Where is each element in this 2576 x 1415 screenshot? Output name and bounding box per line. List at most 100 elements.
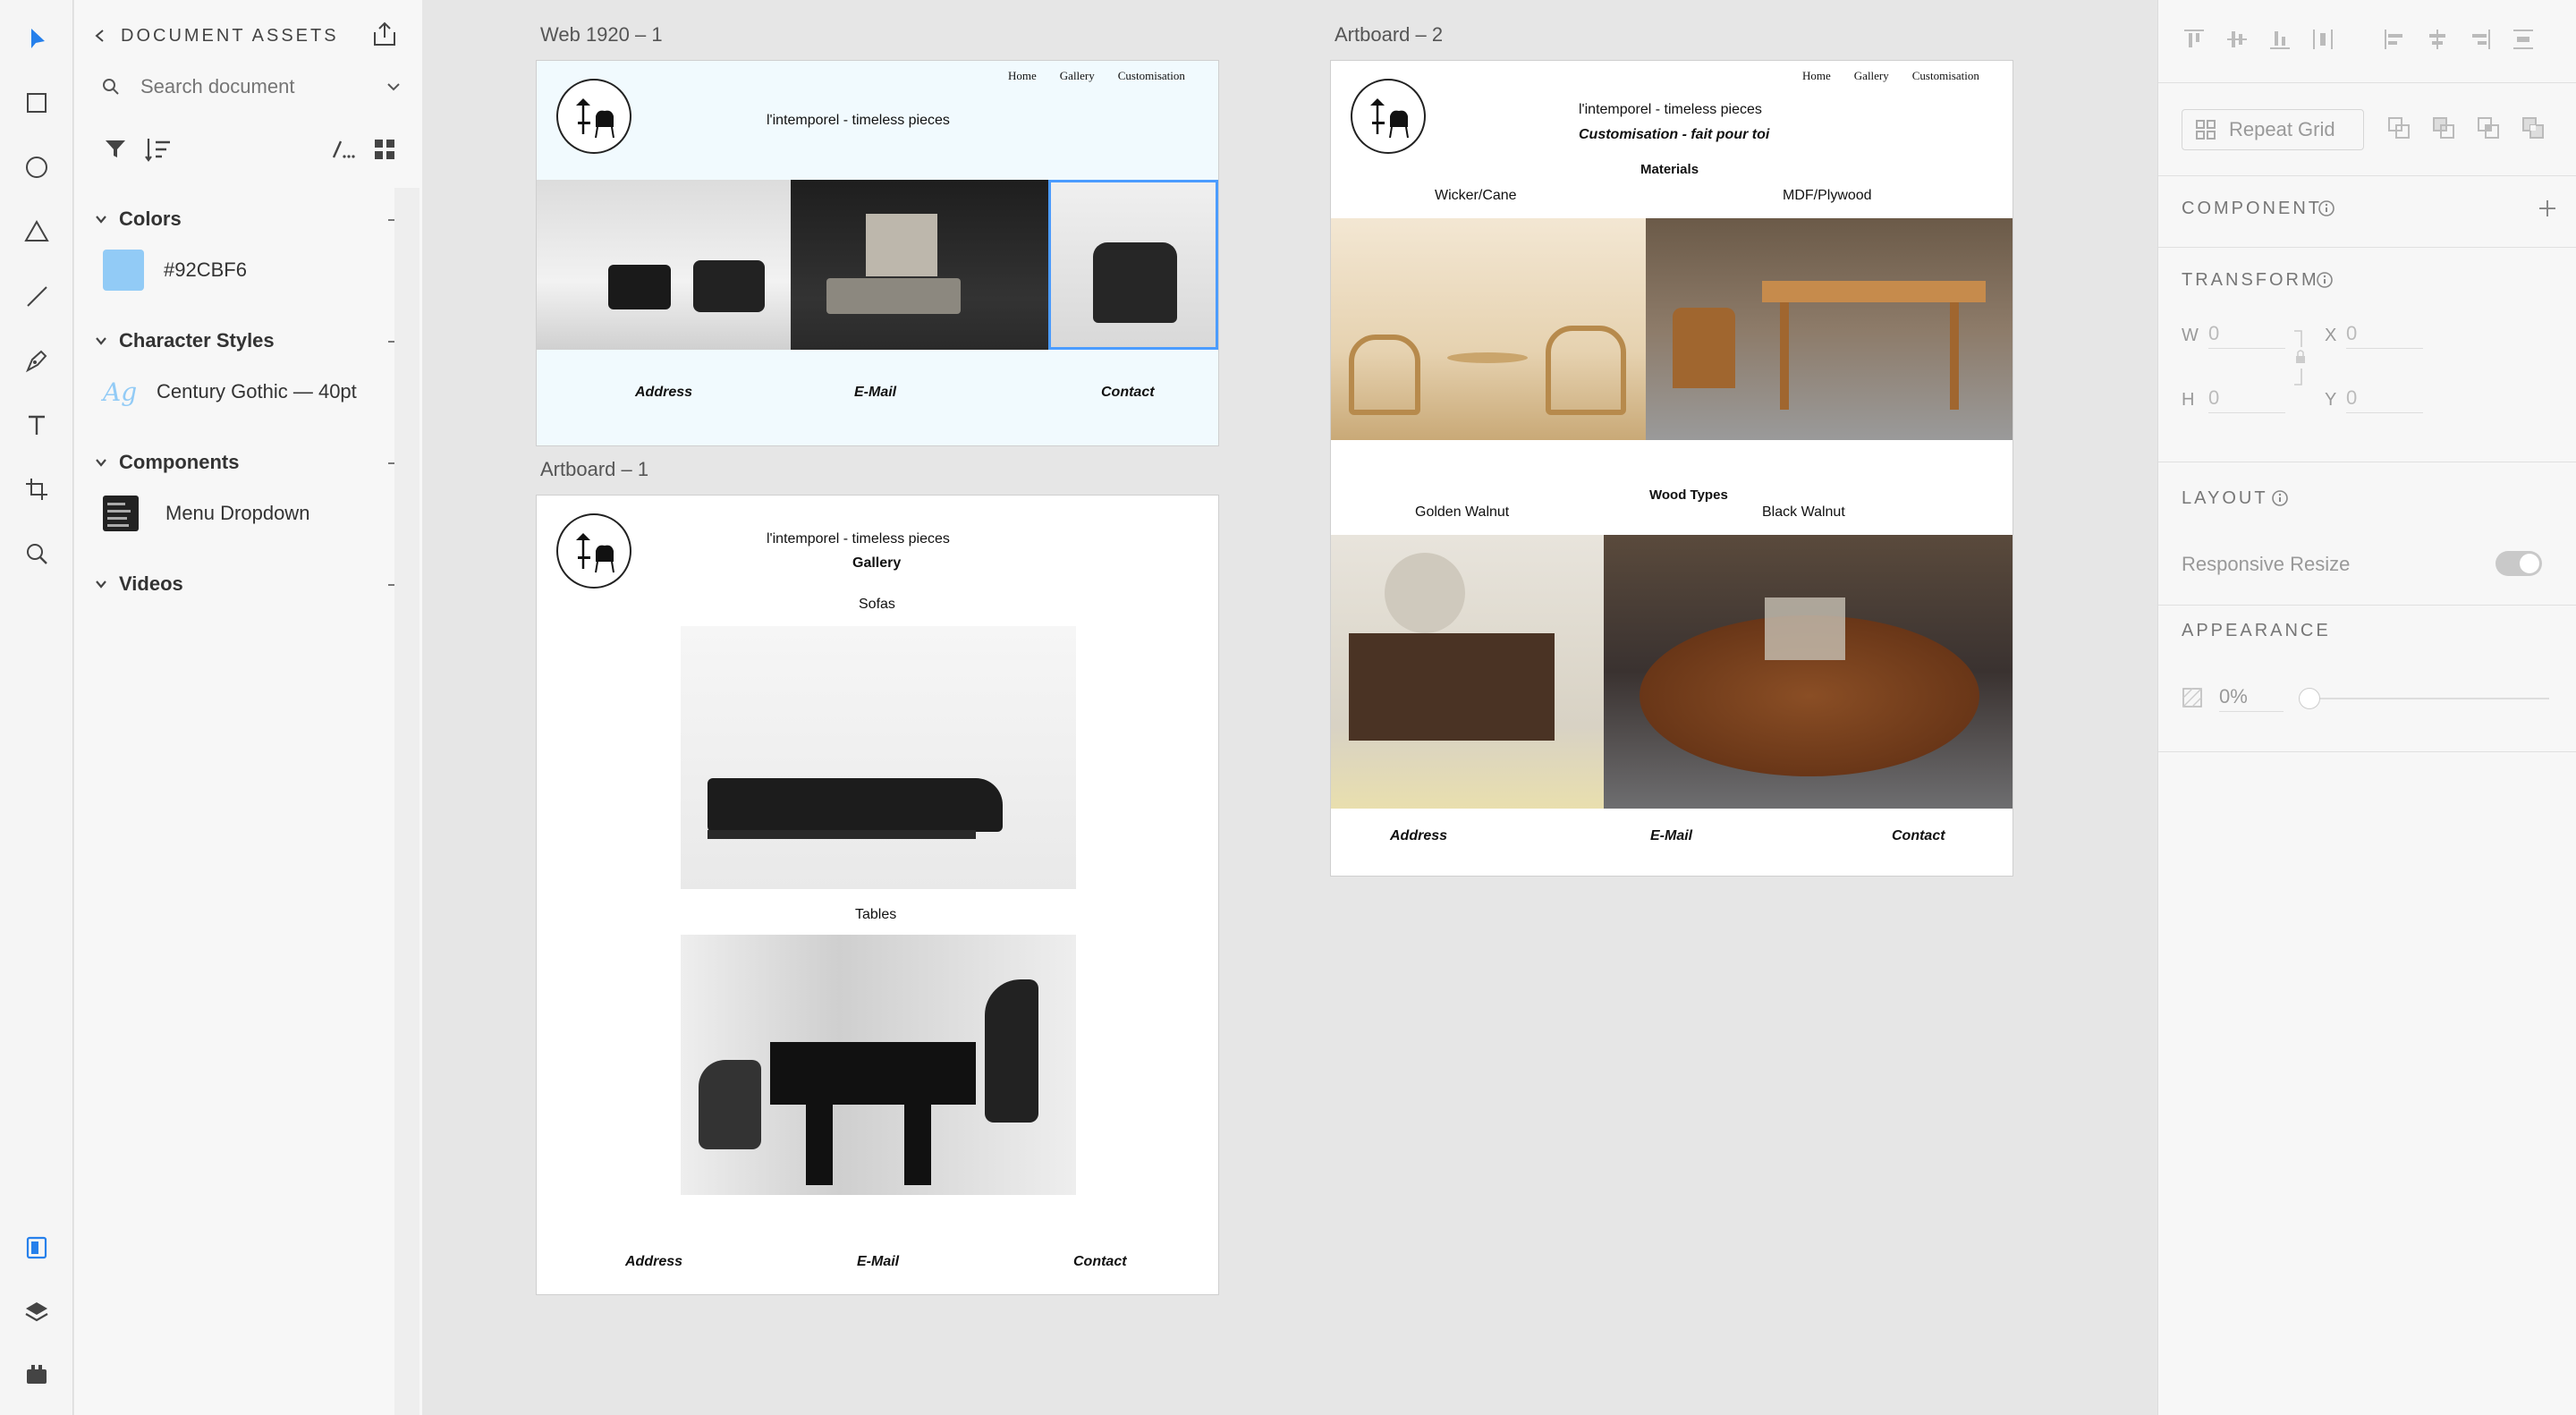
color-swatch-item[interactable]: #92CBF6 xyxy=(94,249,407,292)
footer-address[interactable]: Address xyxy=(1390,828,1447,844)
align-top-icon[interactable] xyxy=(2182,27,2207,52)
align-center-icon[interactable] xyxy=(2425,27,2450,52)
assets-scrollbar[interactable] xyxy=(394,188,419,1415)
pen-tool-icon[interactable] xyxy=(18,342,55,379)
footer-email[interactable]: E-Mail xyxy=(1650,828,1692,844)
boolean-intersect-icon[interactable] xyxy=(2475,114,2502,141)
artboard-1[interactable]: l'intemporel - timeless pieces Gallery S… xyxy=(536,495,1219,1295)
distribute-vertical-icon[interactable] xyxy=(2511,27,2536,52)
assets-panel-icon[interactable] xyxy=(18,1229,55,1267)
line-tool-icon[interactable] xyxy=(18,277,55,315)
footer-contact[interactable]: Contact xyxy=(1101,385,1155,401)
divider xyxy=(2158,82,2576,83)
nav-gallery[interactable]: Gallery xyxy=(1854,69,1889,83)
character-style-item[interactable]: Ag Century Gothic — 40pt xyxy=(94,370,407,413)
chevron-down-icon[interactable] xyxy=(386,79,402,95)
filter-icon[interactable] xyxy=(103,136,128,161)
y-field[interactable]: 0 xyxy=(2346,386,2423,413)
footer-email[interactable]: E-Mail xyxy=(857,1254,899,1270)
boolean-exclude-icon[interactable] xyxy=(2520,114,2546,141)
height-field[interactable]: 0 xyxy=(2208,386,2285,413)
artboard-web1920[interactable]: Home Gallery Customisation l'intemporel … xyxy=(536,60,1219,446)
boolean-subtract-icon[interactable] xyxy=(2430,114,2457,141)
tool-rail xyxy=(0,0,73,1415)
info-icon[interactable] xyxy=(2316,271,2334,289)
add-component-icon[interactable] xyxy=(2538,199,2557,218)
nav-customisation[interactable]: Customisation xyxy=(1912,69,1979,83)
responsive-resize-toggle[interactable] xyxy=(2496,551,2542,576)
top-nav: Home Gallery Customisation xyxy=(1802,69,1979,83)
search-input[interactable] xyxy=(140,75,355,98)
nav-gallery[interactable]: Gallery xyxy=(1060,69,1095,83)
opacity-icon xyxy=(2182,688,2202,708)
wicker-photo xyxy=(1331,218,1646,440)
wood-black-walnut: Black Walnut xyxy=(1762,504,1845,520)
align-right-icon[interactable] xyxy=(2468,27,2493,52)
artboard-label-artboard1[interactable]: Artboard – 1 xyxy=(540,458,648,481)
repeat-grid-button[interactable]: Repeat Grid xyxy=(2182,109,2364,150)
colors-section-header[interactable]: Colors xyxy=(94,206,407,233)
plugins-panel-icon[interactable] xyxy=(18,1356,55,1394)
boolean-add-icon[interactable] xyxy=(2385,114,2412,141)
golden-walnut-photo xyxy=(1331,535,1604,809)
component-item[interactable]: Menu Dropdown xyxy=(94,492,407,535)
nav-home[interactable]: Home xyxy=(1802,69,1831,83)
opacity-slider-knob[interactable] xyxy=(2299,688,2320,709)
footer-contact[interactable]: Contact xyxy=(1073,1254,1127,1270)
brand-logo xyxy=(556,79,631,154)
character-styles-section-header[interactable]: Character Styles xyxy=(94,327,407,354)
opacity-field[interactable]: 0% xyxy=(2219,685,2284,712)
divider xyxy=(2158,751,2576,752)
zoom-tool-icon[interactable] xyxy=(18,535,55,572)
rectangle-tool-icon[interactable] xyxy=(18,84,55,122)
back-chevron-icon[interactable] xyxy=(92,28,108,44)
artboard-label-web1920[interactable]: Web 1920 – 1 xyxy=(540,23,663,47)
align-left-icon[interactable] xyxy=(2382,27,2407,52)
artboard-tool-icon[interactable] xyxy=(18,470,55,508)
list-view-icon[interactable] xyxy=(330,138,355,161)
opacity-slider-track[interactable] xyxy=(2308,698,2549,699)
search-icon xyxy=(103,79,119,95)
info-icon[interactable] xyxy=(2318,199,2335,217)
component-section-label: COMPONENT xyxy=(2182,199,2322,218)
components-section: Components Menu Dropdown xyxy=(94,449,407,535)
footer-email[interactable]: E-Mail xyxy=(854,385,896,401)
footer-address[interactable]: Address xyxy=(625,1254,682,1270)
align-middle-icon[interactable] xyxy=(2224,27,2250,52)
assets-title: DOCUMENT ASSETS xyxy=(121,25,339,46)
grid-view-icon[interactable] xyxy=(373,138,396,161)
divider xyxy=(2158,175,2576,176)
colors-section-label: Colors xyxy=(119,208,182,230)
black-walnut-photo xyxy=(1604,535,2012,809)
width-field[interactable]: 0 xyxy=(2208,322,2285,349)
footer-address[interactable]: Address xyxy=(635,385,692,401)
design-canvas[interactable]: Web 1920 – 1 Home Gallery Customisation … xyxy=(422,0,2157,1415)
artboard-label-artboard2[interactable]: Artboard – 2 xyxy=(1335,23,1443,47)
ellipse-tool-icon[interactable] xyxy=(18,148,55,186)
repeat-grid-icon xyxy=(2196,120,2216,140)
wood-golden-walnut: Golden Walnut xyxy=(1415,504,1510,520)
distribute-horizontal-icon[interactable] xyxy=(2310,27,2335,52)
text-tool-icon[interactable] xyxy=(18,406,55,444)
footer-contact[interactable]: Contact xyxy=(1892,828,1945,844)
layers-panel-icon[interactable] xyxy=(18,1293,55,1331)
transform-section-label: TRANSFORM xyxy=(2182,270,2319,290)
chair-photo-selected[interactable] xyxy=(1048,180,1218,350)
info-icon[interactable] xyxy=(2271,489,2289,507)
nav-customisation[interactable]: Customisation xyxy=(1118,69,1185,83)
videos-section-header[interactable]: Videos xyxy=(94,571,407,597)
nav-home[interactable]: Home xyxy=(1008,69,1037,83)
polygon-tool-icon[interactable] xyxy=(18,213,55,250)
customisation-subtitle: Customisation - fait pour toi xyxy=(1579,127,1770,142)
artboard-2[interactable]: Home Gallery Customisation l'intemporel … xyxy=(1330,60,2013,877)
lock-aspect-icon[interactable] xyxy=(2292,329,2307,386)
section-tables: Tables xyxy=(855,907,897,922)
select-tool-icon[interactable] xyxy=(18,20,55,57)
align-bottom-icon[interactable] xyxy=(2267,27,2292,52)
components-section-header[interactable]: Components xyxy=(94,449,407,476)
x-field[interactable]: 0 xyxy=(2346,322,2423,349)
export-share-icon[interactable] xyxy=(369,20,400,50)
section-sofas: Sofas xyxy=(859,597,895,612)
videos-section-label: Videos xyxy=(119,572,183,595)
sort-icon[interactable] xyxy=(144,136,173,163)
